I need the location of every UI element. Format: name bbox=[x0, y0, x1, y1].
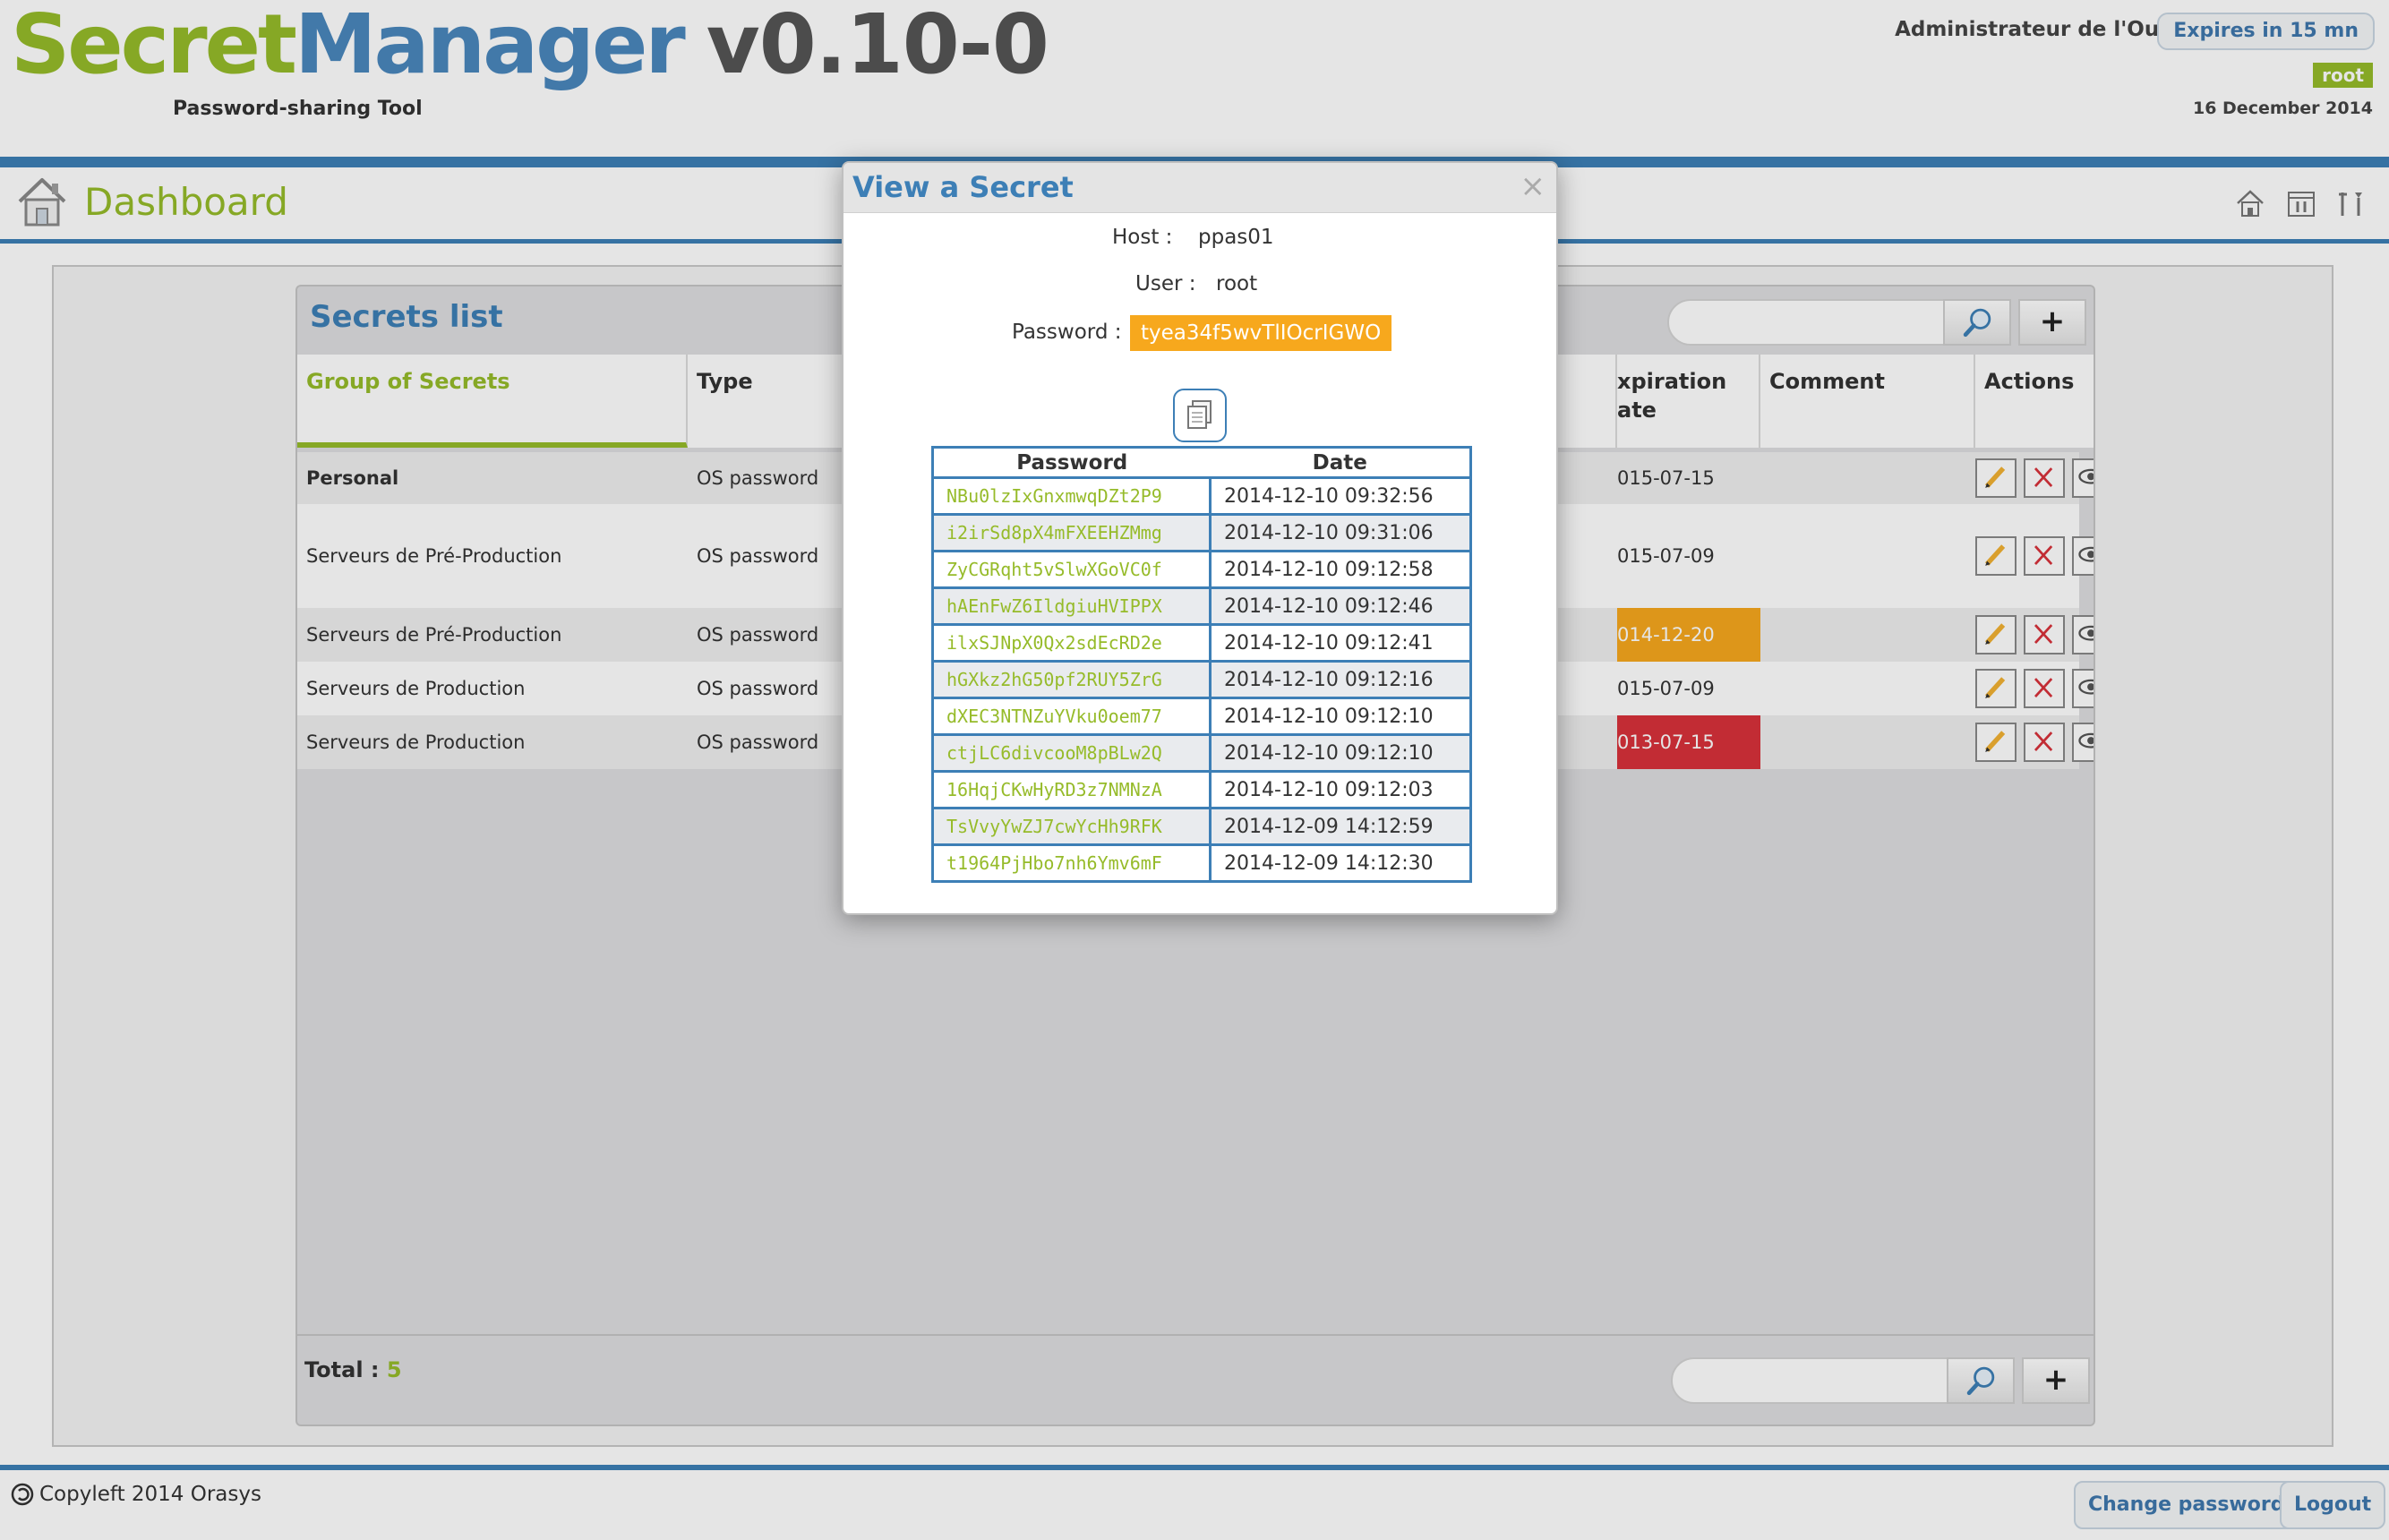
history-date: 2014-12-10 09:12:03 bbox=[1209, 770, 1472, 809]
history-date: 2014-12-09 14:12:30 bbox=[1209, 843, 1472, 883]
history-row: ctjLC6divcooM8pBLw2Q 2014-12-10 09:12:10 bbox=[931, 733, 1472, 773]
history-row: i2irSd8pX4mFXEEHZMmg 2014-12-10 09:31:06 bbox=[931, 513, 1472, 552]
history-row: hAEnFwZ6IldgiuHVIPPX 2014-12-10 09:12:46 bbox=[931, 586, 1472, 626]
history-date: 2014-12-10 09:12:46 bbox=[1209, 586, 1472, 626]
history-password[interactable]: TsVvyYwZJ7cwYcHh9RFK bbox=[931, 807, 1212, 846]
user-label: User : bbox=[1135, 272, 1196, 295]
history-row: ilxSJNpX0Qx2sdEcRD2e 2014-12-10 09:12:41 bbox=[931, 623, 1472, 663]
history-date: 2014-12-10 09:12:58 bbox=[1209, 550, 1472, 589]
view-secret-modal: View a Secret × Host : ppas01 User : roo… bbox=[842, 161, 1558, 915]
history-password[interactable]: ctjLC6divcooM8pBLw2Q bbox=[931, 733, 1212, 773]
history-date: 2014-12-10 09:12:41 bbox=[1209, 623, 1472, 663]
history-date: 2014-12-10 09:12:10 bbox=[1209, 697, 1472, 736]
password-history-table: Password Date NBu0lzIxGnxmwqDZt2P9 2014-1… bbox=[931, 446, 1472, 883]
history-password[interactable]: ilxSJNpX0Qx2sdEcRD2e bbox=[931, 623, 1212, 663]
history-row: NBu0lzIxGnxmwqDZt2P9 2014-12-10 09:32:56 bbox=[931, 476, 1472, 516]
history-row: 16HqjCKwHyRD3z7NMNzA 2014-12-10 09:12:03 bbox=[931, 770, 1472, 809]
host-label: Host : bbox=[1112, 226, 1173, 249]
history-date: 2014-12-10 09:32:56 bbox=[1209, 476, 1472, 516]
history-col-date: Date bbox=[1210, 447, 1471, 479]
history-password[interactable]: dXEC3NTNZuYVku0oem77 bbox=[931, 697, 1212, 736]
copy-icon bbox=[1187, 400, 1212, 429]
history-password[interactable]: 16HqjCKwHyRD3z7NMNzA bbox=[931, 770, 1212, 809]
history-row: dXEC3NTNZuYVku0oem77 2014-12-10 09:12:10 bbox=[931, 697, 1472, 736]
password-label: Password : bbox=[1012, 321, 1122, 344]
history-date: 2014-12-10 09:12:10 bbox=[1209, 733, 1472, 773]
history-row: t1964PjHbo7nh6Ymv6mF 2014-12-09 14:12:30 bbox=[931, 843, 1472, 883]
history-password[interactable]: hGXkz2hG50pf2RUY5ZrG bbox=[931, 660, 1212, 699]
user-value: root bbox=[1216, 272, 1258, 295]
modal-title: View a Secret bbox=[852, 170, 1074, 204]
modal-titlebar[interactable]: View a Secret × bbox=[843, 163, 1556, 213]
history-date: 2014-12-10 09:31:06 bbox=[1209, 513, 1472, 552]
password-value[interactable]: tyea34f5wvTlIOcrIGWO bbox=[1130, 315, 1392, 351]
close-icon[interactable]: × bbox=[1520, 168, 1546, 204]
history-date: 2014-12-09 14:12:59 bbox=[1209, 807, 1472, 846]
host-value: ppas01 bbox=[1198, 226, 1274, 249]
history-row: hGXkz2hG50pf2RUY5ZrG 2014-12-10 09:12:16 bbox=[931, 660, 1472, 699]
history-password[interactable]: ZyCGRqht5vSlwXGoVC0f bbox=[931, 550, 1212, 589]
history-header-row: Password Date bbox=[932, 447, 1471, 479]
history-row: ZyCGRqht5vSlwXGoVC0f 2014-12-10 09:12:58 bbox=[931, 550, 1472, 589]
history-col-password: Password bbox=[932, 447, 1211, 479]
history-password[interactable]: t1964PjHbo7nh6Ymv6mF bbox=[931, 843, 1212, 883]
copy-password-button[interactable] bbox=[1173, 389, 1227, 442]
history-password[interactable]: NBu0lzIxGnxmwqDZt2P9 bbox=[931, 476, 1212, 516]
history-date: 2014-12-10 09:12:16 bbox=[1209, 660, 1472, 699]
history-password[interactable]: hAEnFwZ6IldgiuHVIPPX bbox=[931, 586, 1212, 626]
history-password[interactable]: i2irSd8pX4mFXEEHZMmg bbox=[931, 513, 1212, 552]
history-row: TsVvyYwZJ7cwYcHh9RFK 2014-12-09 14:12:59 bbox=[931, 807, 1472, 846]
